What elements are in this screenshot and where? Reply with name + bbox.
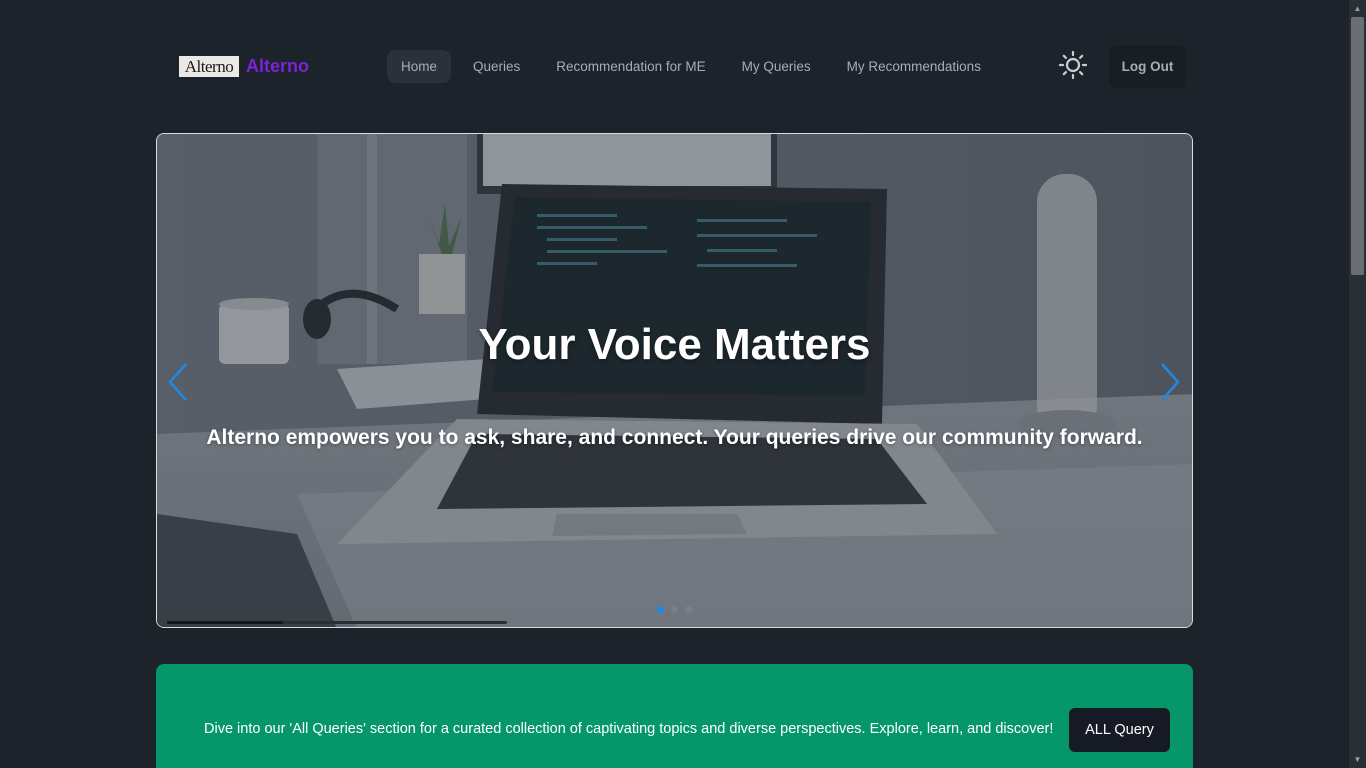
carousel-prev-button[interactable] (166, 360, 190, 404)
all-queries-banner: Dive into our 'All Queries' section for … (156, 664, 1193, 768)
hero-overlay (157, 134, 1192, 627)
carousel-pagination (657, 606, 699, 613)
hero-carousel: Your Voice Matters Alterno empowers you … (156, 133, 1193, 628)
carousel-progress-fill (167, 621, 283, 624)
nav-recommendation-for-me[interactable]: Recommendation for ME (542, 50, 719, 83)
theme-toggle-button[interactable] (1056, 48, 1090, 82)
carousel-autoplay-progress (167, 621, 507, 624)
banner-text: Dive into our 'All Queries' section for … (204, 721, 1054, 737)
scroll-down-icon[interactable]: ▼ (1349, 751, 1366, 768)
nav-my-recommendations[interactable]: My Recommendations (833, 50, 995, 83)
nav-menu: Home Queries Recommendation for ME My Qu… (387, 50, 1003, 83)
scroll-up-icon[interactable]: ▲ (1349, 0, 1366, 17)
carousel-dot[interactable] (671, 606, 678, 613)
nav-home[interactable]: Home (387, 50, 452, 83)
navbar: Alterno Alterno Home Queries Recommendat… (156, 40, 1193, 94)
nav-my-queries[interactable]: My Queries (728, 50, 825, 83)
all-query-button[interactable]: ALL Query (1069, 708, 1170, 752)
hero-title: Your Voice Matters (478, 320, 871, 369)
brand-name: Alterno (246, 56, 309, 76)
carousel-next-button[interactable] (1158, 360, 1182, 404)
hero-subtitle: Alterno empowers you to ask, share, and … (206, 426, 1143, 449)
page-scrollbar[interactable]: ▲ ▼ (1349, 0, 1366, 768)
scrollbar-thumb[interactable] (1351, 17, 1364, 275)
sun-icon (1058, 50, 1088, 80)
chevron-right-icon (1161, 363, 1180, 401)
logout-button[interactable]: Log Out (1109, 45, 1186, 88)
carousel-dot[interactable] (657, 606, 664, 613)
nav-queries[interactable]: Queries (459, 50, 534, 83)
chevron-left-icon (168, 363, 187, 401)
carousel-dot[interactable] (685, 606, 692, 613)
brand-logo: Alterno (179, 56, 239, 77)
brand[interactable]: Alterno Alterno (179, 56, 309, 77)
